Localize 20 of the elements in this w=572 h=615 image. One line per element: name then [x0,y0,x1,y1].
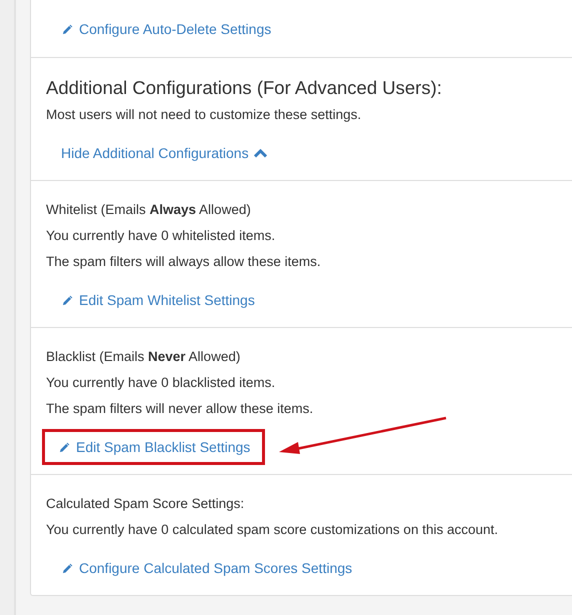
pencil-icon [61,294,74,306]
description-text: You currently have 0 whitelisted items. [46,227,276,245]
description-text: The spam filters will never allow these items. [46,400,314,418]
settings-link[interactable]: Configure Calculated Spam Scores Settings [46,550,368,586]
description-text: You currently have 0 blacklisted items. [46,374,276,392]
chevron-up-icon [254,148,267,158]
section-heading: Additional Configurations (For Advanced Users): [46,76,443,100]
description-text: Most users will not need to customize these settings. [46,106,362,124]
pencil-icon [61,22,74,36]
section-label: Whitelist (Emails Always Allowed) [46,201,252,219]
description-text: The spam filters will always allow these items. [46,253,322,271]
pencil-icon [61,562,74,574]
pencil-icon [58,440,71,454]
settings-link[interactable]: Configure Auto-Delete Settings [46,11,286,47]
section-label: Calculated Spam Score Settings: [46,495,246,513]
settings-link[interactable]: Edit Spam Whitelist Settings [46,282,270,318]
settings-link[interactable]: Edit Spam Blacklist Settings [42,429,266,465]
settings-link[interactable]: Hide Additional Configurations [46,135,282,171]
description-text: You currently have 0 calculated spam score customizations on this account. [46,521,499,539]
section-label: Blacklist (Emails Never Allowed) [46,348,242,366]
